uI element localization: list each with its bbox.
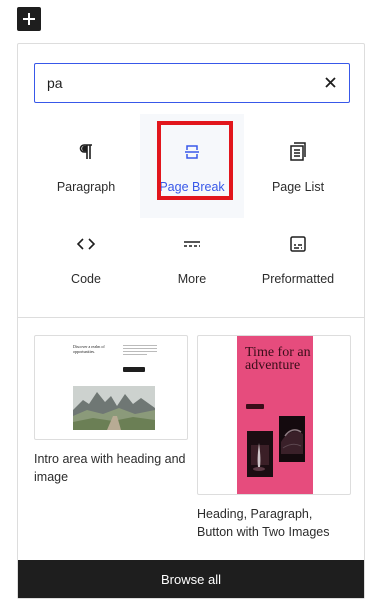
block-label: Preformatted	[261, 272, 335, 286]
block-results: Paragraph Page Break Page List Code More…	[34, 114, 350, 306]
block-inserter-panel: Paragraph Page Break Page List Code	[17, 43, 365, 599]
divider	[18, 317, 364, 318]
pattern-preview-button: Learn more	[123, 367, 145, 372]
block-label: Paragraph	[56, 180, 116, 194]
preformatted-icon	[286, 232, 310, 256]
pattern-preview-heading: Discover a realm of opportunities.	[73, 344, 105, 354]
block-page-list[interactable]: Page List	[246, 120, 350, 212]
block-label: Code	[71, 272, 101, 286]
pattern-preview: Discover a realm of opportunities. Learn…	[34, 335, 188, 440]
page-break-icon	[180, 140, 204, 164]
clear-search-button[interactable]	[321, 73, 339, 91]
block-page-break[interactable]: Page Break	[140, 114, 244, 218]
waterfall-image	[247, 431, 273, 477]
wave-image	[279, 416, 305, 462]
block-code[interactable]: Code	[34, 212, 138, 304]
pattern-title: Heading, Paragraph, Button with Two Imag…	[197, 507, 330, 539]
close-icon	[324, 76, 336, 88]
add-block-button[interactable]	[17, 7, 41, 31]
pattern-intro-area[interactable]: Discover a realm of opportunities. Learn…	[34, 335, 188, 486]
code-icon	[74, 232, 98, 256]
block-more[interactable]: More	[140, 212, 244, 304]
block-preformatted[interactable]: Preformatted	[246, 212, 350, 304]
search-field	[34, 63, 350, 103]
block-label: More	[177, 272, 207, 286]
pattern-preview-text-lines	[123, 345, 157, 355]
block-label: Page List	[271, 180, 325, 194]
pattern-preview: Time for an adventure Discover	[197, 335, 351, 495]
block-label: Page Break	[159, 180, 225, 194]
pattern-heading-paragraph-button[interactable]: Time for an adventure Discover Heading, …	[197, 335, 351, 541]
plus-icon	[23, 13, 35, 25]
page-list-icon	[286, 140, 310, 164]
pattern-title: Intro area with heading and image	[34, 452, 186, 484]
mountain-image	[73, 386, 155, 430]
pattern-preview-button: Discover	[246, 404, 264, 409]
block-paragraph[interactable]: Paragraph	[34, 120, 138, 212]
more-icon	[180, 232, 204, 256]
search-input[interactable]	[35, 66, 307, 100]
pattern-preview-heading: Time for an adventure	[245, 345, 311, 373]
paragraph-icon	[74, 140, 98, 164]
browse-all-button[interactable]: Browse all	[18, 560, 364, 598]
